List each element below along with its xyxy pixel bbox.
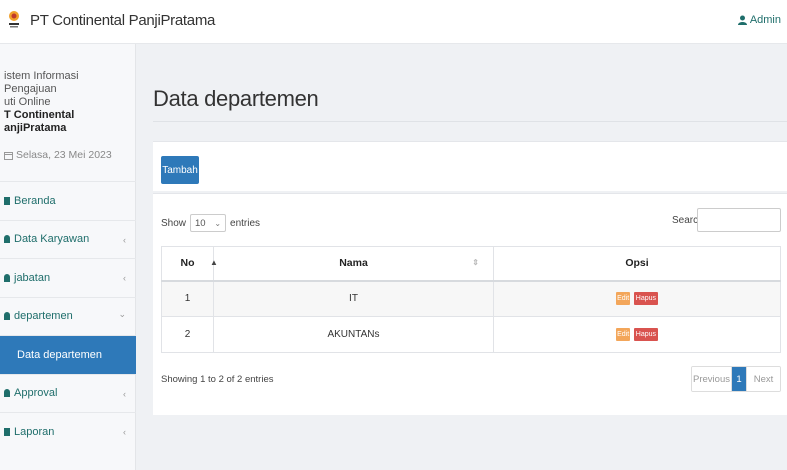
cell-opsi: Edit Hapus (493, 280, 781, 317)
app-brand[interactable]: PT Continental PanjiPratama (30, 12, 215, 29)
page-length-select[interactable]: 10 ⌄ (190, 214, 227, 232)
add-button[interactable]: Tambah (161, 156, 199, 184)
cell-no: 1 (161, 280, 214, 317)
previous-button[interactable]: Previous (692, 367, 732, 391)
user-icon (4, 273, 10, 282)
next-button[interactable]: Next (746, 367, 780, 391)
cell-nama: AKUNTANs (213, 316, 494, 353)
chevron-left-icon: ‹ (123, 234, 126, 245)
user-icon (4, 389, 10, 398)
users-icon (4, 235, 10, 244)
system-info: istem Informasi Pengajuan uti Online T C… (4, 70, 132, 135)
sidebar-item-jabatan[interactable]: jabatan ‹ (0, 258, 136, 297)
cell-nama: IT (213, 280, 494, 317)
page-length-control: Show 10 ⌄ entries (161, 214, 260, 232)
sidebar-item-data-karyawan[interactable]: Data Karyawan ‹ (0, 219, 136, 259)
divider (153, 121, 787, 122)
sidebar-item-label: Approval (14, 387, 58, 400)
chevron-down-icon: ⌄ (214, 218, 222, 228)
column-header-nama[interactable]: Nama ⇕ (213, 246, 494, 282)
chevron-left-icon: ‹ (123, 388, 126, 399)
user-menu[interactable]: Admin (737, 14, 781, 26)
show-label: Show (161, 217, 187, 229)
company-name-line-2: anjiPratama (4, 122, 67, 134)
table-info: Showing 1 to 2 of 2 entries (161, 374, 274, 385)
cell-no: 2 (161, 316, 214, 353)
sidebar-item-beranda[interactable]: Beranda (0, 181, 136, 220)
sort-icon: ⇕ (472, 258, 479, 267)
sidebar-item-laporan[interactable]: Laporan ‹ (0, 412, 136, 451)
chevron-down-icon: ⌄ (118, 308, 126, 319)
search-input[interactable] (697, 208, 781, 232)
system-name-line-2: uti Online (4, 96, 51, 108)
page-length-value: 10 (195, 217, 206, 229)
column-header-no[interactable]: No ▲ (161, 246, 218, 282)
page-1-button[interactable]: 1 (732, 367, 746, 391)
chevron-left-icon: ‹ (123, 273, 126, 283)
chevron-left-icon: ‹ (123, 427, 126, 437)
action-box: Tambah (153, 141, 787, 191)
table-panel: Show 10 ⌄ entries Search: No ▲ Nama ⇕ Op… (153, 193, 787, 415)
departemen-table: No ▲ Nama ⇕ Opsi 1 IT Edit Hapus 2 AKUNT… (161, 246, 781, 353)
table-row: 1 IT Edit Hapus (161, 280, 781, 317)
page-title: Data departemen (153, 86, 319, 111)
sidebar: istem Informasi Pengajuan uti Online T C… (0, 44, 136, 470)
sidebar-item-label: Beranda (14, 194, 56, 207)
company-logo-icon (9, 11, 19, 28)
sidebar-item-label: Laporan (14, 425, 55, 438)
sidebar-item-label: jabatan (14, 271, 51, 284)
report-icon (4, 427, 10, 436)
top-navbar: PT Continental PanjiPratama Admin (0, 0, 787, 44)
current-date: Selasa, 23 Mei 2023 (4, 149, 112, 161)
date-text: Selasa, 23 Mei 2023 (16, 149, 112, 161)
calendar-icon (4, 151, 13, 160)
sidebar-menu: Beranda Data Karyawan ‹ jabatan ‹ depart… (0, 181, 136, 451)
user-icon (737, 15, 747, 25)
pagination: Previous 1 Next (691, 366, 781, 392)
edit-button[interactable]: Edit (616, 328, 631, 341)
column-header-opsi: Opsi (493, 246, 781, 282)
company-name-line-1: T Continental (4, 109, 75, 121)
system-name-line-1: istem Informasi Pengajuan (4, 70, 79, 95)
user-name: Admin (749, 14, 781, 26)
delete-button[interactable]: Hapus (633, 328, 658, 341)
entries-label: entries (230, 217, 261, 229)
sidebar-item-label: Data departemen (17, 348, 102, 361)
user-icon (4, 312, 10, 321)
delete-button[interactable]: Hapus (633, 292, 658, 306)
home-icon (4, 196, 10, 205)
cell-opsi: Edit Hapus (493, 316, 781, 353)
sidebar-item-departemen[interactable]: departemen ⌄ (0, 296, 136, 336)
sidebar-item-approval[interactable]: Approval ‹ (0, 373, 136, 413)
edit-button[interactable]: Edit (616, 292, 631, 306)
table-row: 2 AKUNTANs Edit Hapus (161, 316, 781, 353)
sidebar-item-label: Data Karyawan (14, 233, 90, 246)
sidebar-item-data-departemen[interactable]: Data departemen (0, 335, 136, 374)
sidebar-item-label: departemen (14, 310, 73, 323)
